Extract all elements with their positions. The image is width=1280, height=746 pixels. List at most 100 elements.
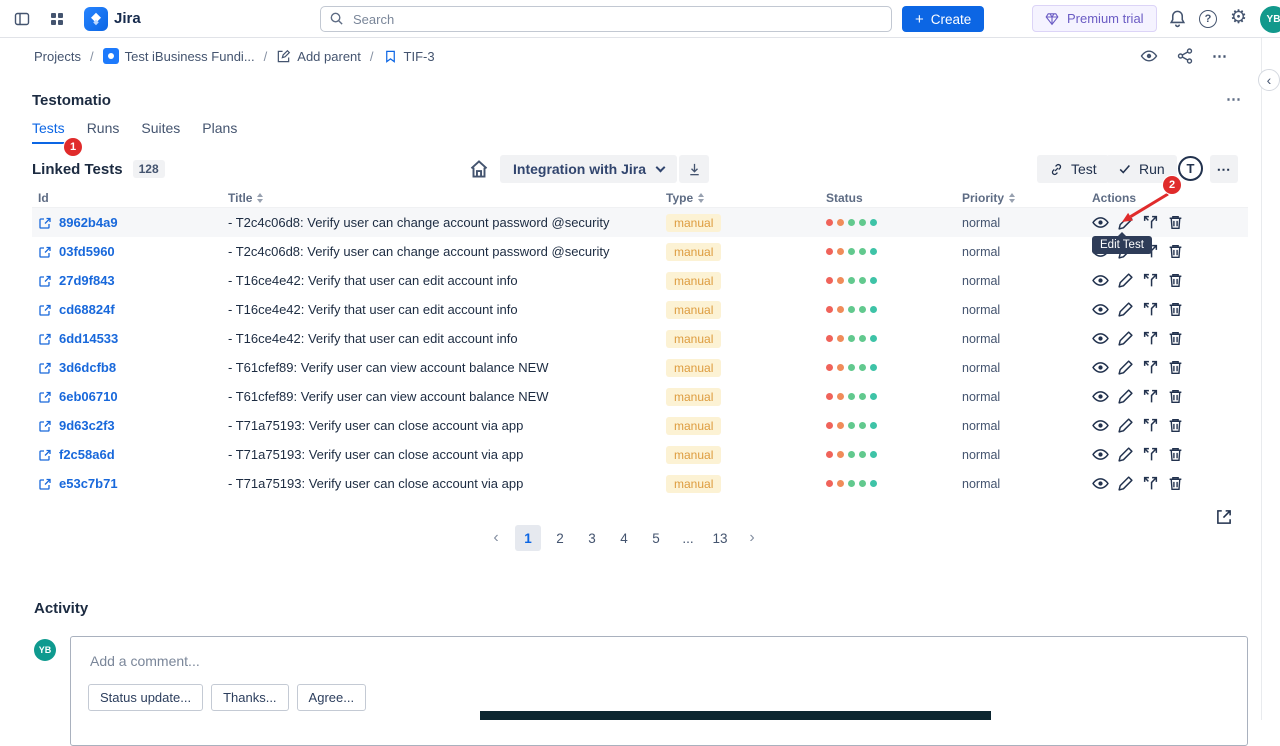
- table-more-actions-icon[interactable]: ⋯: [1210, 155, 1238, 183]
- test-id-link[interactable]: 03fd5960: [59, 244, 115, 259]
- delete-test-icon[interactable]: [1167, 301, 1184, 318]
- test-id-link[interactable]: 3d6dcfb8: [59, 360, 116, 375]
- notifications-bell-icon[interactable]: [1168, 9, 1187, 28]
- unlink-test-icon[interactable]: [1142, 388, 1159, 405]
- quick-reply-button[interactable]: Thanks...: [211, 684, 288, 711]
- delete-test-icon[interactable]: [1167, 359, 1184, 376]
- search-input[interactable]: [320, 6, 892, 32]
- pagination-page-4[interactable]: 4: [611, 525, 637, 551]
- unlink-test-icon[interactable]: [1142, 330, 1159, 347]
- table-row[interactable]: 3d6dcfb8 - T61cfef89: Verify user can vi…: [32, 353, 1248, 382]
- home-icon[interactable]: [468, 158, 490, 180]
- column-header-priority[interactable]: Priority: [956, 191, 1086, 205]
- view-test-icon[interactable]: [1092, 475, 1109, 492]
- column-header-title[interactable]: Title: [222, 191, 660, 205]
- help-icon[interactable]: ?: [1199, 10, 1217, 28]
- testomatio-logo-button[interactable]: T: [1178, 156, 1203, 181]
- add-parent-button[interactable]: Add parent: [276, 49, 361, 64]
- tab-suites[interactable]: Suites: [141, 120, 180, 144]
- branch-icon-button[interactable]: [679, 155, 709, 183]
- watch-eye-icon[interactable]: [1140, 47, 1158, 65]
- unlink-test-icon[interactable]: [1142, 475, 1159, 492]
- pagination-page-1[interactable]: 1: [515, 525, 541, 551]
- pagination-next[interactable]: ›: [739, 525, 765, 551]
- test-id-link[interactable]: 8962b4a9: [59, 215, 118, 230]
- delete-test-icon[interactable]: [1167, 475, 1184, 492]
- test-id-link[interactable]: cd68824f: [59, 302, 115, 317]
- view-test-icon[interactable]: [1092, 272, 1109, 289]
- delete-test-icon[interactable]: [1167, 272, 1184, 289]
- settings-gear-icon[interactable]: ⚙: [1230, 7, 1247, 29]
- export-icon[interactable]: [1214, 507, 1234, 527]
- delete-test-icon[interactable]: [1167, 330, 1184, 347]
- comment-box[interactable]: Add a comment... Status update... Thanks.…: [70, 636, 1248, 746]
- table-row[interactable]: 6eb06710 - T61cfef89: Verify user can vi…: [32, 382, 1248, 411]
- pagination-page-3[interactable]: 3: [579, 525, 605, 551]
- integration-dropdown[interactable]: Integration with Jira: [500, 155, 677, 183]
- view-test-icon[interactable]: [1092, 330, 1109, 347]
- pagination-prev[interactable]: ‹: [483, 525, 509, 551]
- delete-test-icon[interactable]: [1167, 388, 1184, 405]
- unlink-test-icon[interactable]: [1142, 301, 1159, 318]
- tab-plans[interactable]: Plans: [202, 120, 237, 144]
- column-header-type[interactable]: Type: [660, 191, 820, 205]
- test-id-link[interactable]: 6eb06710: [59, 389, 118, 404]
- sidebar-toggle-icon[interactable]: [13, 10, 31, 28]
- table-row[interactable]: 03fd5960 - T2c4c06d8: Verify user can ch…: [32, 237, 1248, 266]
- share-icon[interactable]: [1176, 47, 1194, 65]
- table-row[interactable]: 8962b4a9 - T2c4c06d8: Verify user can ch…: [32, 208, 1248, 237]
- premium-trial-button[interactable]: Premium trial: [1032, 5, 1157, 32]
- pagination-page-5[interactable]: 5: [643, 525, 669, 551]
- unlink-test-icon[interactable]: [1142, 272, 1159, 289]
- breadcrumb-project-link[interactable]: Test iBusiness Fundi...: [103, 48, 255, 64]
- table-row[interactable]: 6dd14533 - T16ce4e42: Verify that user c…: [32, 324, 1248, 353]
- test-id-link[interactable]: e53c7b71: [59, 476, 118, 491]
- edit-test-icon[interactable]: [1117, 301, 1134, 318]
- test-id-link[interactable]: 27d9f843: [59, 273, 115, 288]
- edit-test-icon[interactable]: [1117, 475, 1134, 492]
- pagination-page-2[interactable]: 2: [547, 525, 573, 551]
- delete-test-icon[interactable]: [1167, 243, 1184, 260]
- jira-logo-icon[interactable]: [84, 7, 108, 31]
- quick-reply-button[interactable]: Agree...: [297, 684, 367, 711]
- pagination-page-13[interactable]: 13: [707, 525, 733, 551]
- table-row[interactable]: f2c58a6d - T71a75193: Verify user can cl…: [32, 440, 1248, 469]
- view-test-icon[interactable]: [1092, 359, 1109, 376]
- view-test-icon[interactable]: [1092, 388, 1109, 405]
- test-id-link[interactable]: 9d63c2f3: [59, 418, 115, 433]
- test-id-link[interactable]: f2c58a6d: [59, 447, 115, 462]
- comment-input[interactable]: Add a comment...: [90, 653, 1247, 669]
- app-switcher-icon[interactable]: [48, 10, 66, 28]
- link-test-button[interactable]: Test: [1037, 155, 1109, 183]
- view-test-icon[interactable]: [1092, 417, 1109, 434]
- collapse-panel-button[interactable]: ‹: [1258, 69, 1280, 91]
- test-id-link[interactable]: 6dd14533: [59, 331, 118, 346]
- edit-test-icon[interactable]: [1117, 388, 1134, 405]
- unlink-test-icon[interactable]: [1142, 446, 1159, 463]
- pagination-page-...[interactable]: ...: [675, 525, 701, 551]
- view-test-icon[interactable]: [1092, 301, 1109, 318]
- table-row[interactable]: e53c7b71 - T71a75193: Verify user can cl…: [32, 469, 1248, 498]
- edit-test-icon[interactable]: [1117, 417, 1134, 434]
- unlink-test-icon[interactable]: [1142, 359, 1159, 376]
- delete-test-icon[interactable]: [1167, 417, 1184, 434]
- edit-test-icon[interactable]: [1117, 330, 1134, 347]
- breadcrumb-projects-link[interactable]: Projects: [34, 49, 81, 64]
- tab-tests[interactable]: Tests: [32, 120, 65, 144]
- quick-reply-button[interactable]: Status update...: [88, 684, 203, 711]
- create-button[interactable]: + Create: [902, 6, 984, 32]
- tab-runs[interactable]: Runs: [87, 120, 120, 144]
- breadcrumb-issue-link[interactable]: TIF-3: [383, 49, 435, 64]
- edit-test-icon[interactable]: [1117, 446, 1134, 463]
- panel-more-actions-icon[interactable]: ⋯: [1226, 90, 1242, 108]
- view-test-icon[interactable]: [1092, 214, 1109, 231]
- edit-test-icon[interactable]: [1117, 359, 1134, 376]
- unlink-test-icon[interactable]: [1142, 417, 1159, 434]
- table-row[interactable]: 27d9f843 - T16ce4e42: Verify that user c…: [32, 266, 1248, 295]
- table-row[interactable]: cd68824f - T16ce4e42: Verify that user c…: [32, 295, 1248, 324]
- issue-more-actions-icon[interactable]: ⋯: [1212, 47, 1228, 65]
- delete-test-icon[interactable]: [1167, 446, 1184, 463]
- view-test-icon[interactable]: [1092, 446, 1109, 463]
- user-avatar[interactable]: YB: [1260, 6, 1280, 33]
- table-row[interactable]: 9d63c2f3 - T71a75193: Verify user can cl…: [32, 411, 1248, 440]
